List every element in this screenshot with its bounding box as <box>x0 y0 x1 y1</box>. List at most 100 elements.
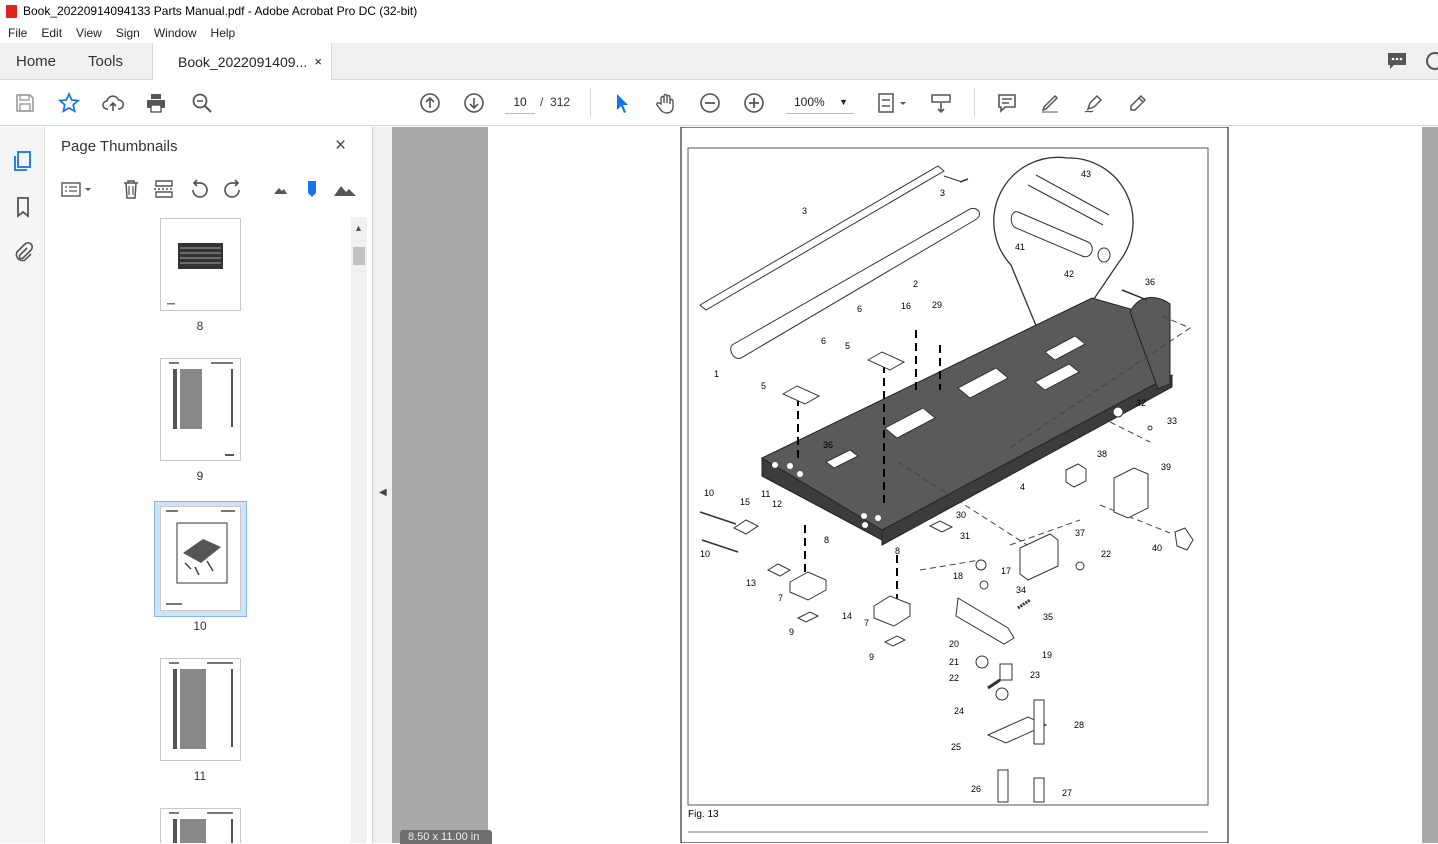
exploded-parts-diagram: 1233 4556 6778 89910 10111213 14151617 1… <box>680 127 1229 843</box>
scrollbar-thumb[interactable] <box>353 247 365 265</box>
svg-text:42: 42 <box>1064 269 1074 279</box>
thumbnail-page-8[interactable] <box>160 218 241 311</box>
window-titlebar: Book_20220914094133 Parts Manual.pdf - A… <box>0 0 1438 22</box>
zoom-out-icon[interactable] <box>697 90 723 116</box>
page-display-icon[interactable] <box>874 90 910 116</box>
menu-window[interactable]: Window <box>154 26 197 40</box>
thumbnail-label: 9 <box>196 469 204 483</box>
close-panel-icon[interactable]: × <box>335 135 346 157</box>
thumbnail-label: 8 <box>196 319 204 333</box>
svg-text:26: 26 <box>971 784 981 794</box>
svg-text:22: 22 <box>949 673 959 683</box>
svg-text:10: 10 <box>700 549 710 559</box>
thumbnail-small-icon[interactable] <box>268 177 292 201</box>
document-gutter <box>392 127 488 843</box>
menu-edit[interactable]: Edit <box>41 26 62 40</box>
menu-file[interactable]: File <box>8 26 27 40</box>
menu-sign[interactable]: Sign <box>116 26 140 40</box>
page-number-input[interactable]: 10 <box>505 90 535 114</box>
svg-text:18: 18 <box>953 571 963 581</box>
thumbnail-page-11[interactable] <box>160 658 241 761</box>
sign-pen-icon[interactable] <box>1081 90 1107 116</box>
collapse-arrow-icon[interactable]: ◀ <box>379 487 387 498</box>
menu-help[interactable]: Help <box>211 26 236 40</box>
svg-text:43: 43 <box>1081 169 1091 179</box>
svg-text:23: 23 <box>1030 670 1040 680</box>
main-toolbar: 10 / 312 100% ▼ <box>0 80 1438 126</box>
svg-text:11: 11 <box>761 489 770 499</box>
zoom-in-icon[interactable] <box>741 90 767 116</box>
page-total-count: 312 <box>550 95 571 109</box>
window-title: Book_20220914094133 Parts Manual.pdf - A… <box>23 4 418 18</box>
next-page-icon[interactable] <box>461 90 487 116</box>
thumbnail-page-12[interactable] <box>160 808 241 843</box>
select-arrow-icon[interactable] <box>609 90 635 116</box>
menu-view[interactable]: View <box>76 26 102 40</box>
previous-page-icon[interactable] <box>417 90 443 116</box>
thumbnail-page-9[interactable] <box>160 358 241 461</box>
thumbnail-options-icon[interactable] <box>59 177 93 201</box>
panel-collapse-strip[interactable]: ◀ <box>373 127 392 843</box>
svg-text:2: 2 <box>913 279 918 289</box>
zoom-level-select[interactable]: 100% ▼ <box>786 90 854 114</box>
svg-text:39: 39 <box>1161 462 1171 472</box>
svg-text:12: 12 <box>772 499 782 509</box>
tab-tools[interactable]: Tools <box>88 43 123 80</box>
svg-text:4: 4 <box>1020 482 1025 492</box>
page-separator: / <box>540 95 544 109</box>
find-magnifier-icon[interactable] <box>189 90 215 116</box>
fill-sign-icon[interactable] <box>1125 90 1151 116</box>
svg-text:8: 8 <box>895 546 900 556</box>
star-bookmark-icon[interactable] <box>56 90 82 116</box>
svg-text:33: 33 <box>1167 416 1177 426</box>
thumbnail-scrollbar[interactable]: ▲ <box>351 217 367 843</box>
svg-text:5: 5 <box>761 381 766 391</box>
svg-text:36: 36 <box>1145 277 1155 287</box>
page-thumbnails-icon[interactable] <box>11 149 35 173</box>
menu-bar: File Edit View Sign Window Help <box>0 22 1438 43</box>
highlight-pen-icon[interactable] <box>1037 90 1063 116</box>
print-icon[interactable] <box>143 90 169 116</box>
add-comment-icon[interactable] <box>994 90 1020 116</box>
page-size-indicator: 8.50 x 11.00 in <box>400 830 492 844</box>
attachment-paperclip-icon[interactable] <box>11 240 35 264</box>
svg-text:32: 32 <box>1136 398 1146 408</box>
svg-text:17: 17 <box>1001 566 1011 576</box>
svg-text:41: 41 <box>1015 242 1025 252</box>
rotate-left-icon[interactable] <box>187 177 211 201</box>
chevron-down-icon: ▼ <box>839 97 848 107</box>
svg-text:10: 10 <box>704 488 714 498</box>
extract-pages-icon[interactable] <box>152 177 176 201</box>
comment-bubble-icon[interactable] <box>1386 51 1408 71</box>
tab-home[interactable]: Home <box>16 43 56 80</box>
svg-text:8: 8 <box>824 535 829 545</box>
save-icon[interactable] <box>12 90 38 116</box>
scroll-up-icon[interactable]: ▲ <box>354 223 363 233</box>
rotate-right-icon[interactable] <box>221 177 245 201</box>
svg-text:29: 29 <box>932 300 942 310</box>
bookmark-ribbon-icon[interactable] <box>11 195 35 219</box>
delete-trash-icon[interactable] <box>119 177 143 201</box>
svg-text:7: 7 <box>864 618 869 628</box>
thumbnail-marker-icon[interactable] <box>300 177 324 201</box>
svg-text:7: 7 <box>778 593 783 603</box>
svg-text:14: 14 <box>842 611 852 621</box>
close-tab-icon[interactable]: × <box>314 54 322 69</box>
left-navigation-rail <box>0 127 45 843</box>
svg-text:34: 34 <box>1016 585 1026 595</box>
svg-text:38: 38 <box>1097 449 1107 459</box>
page-total: / 312 <box>540 90 570 114</box>
cloud-upload-icon[interactable] <box>100 90 126 116</box>
thumbnail-toolbar <box>45 173 373 205</box>
page-thumbnails-panel: Page Thumbnails × 8 9 10 11 ▲ <box>45 127 373 843</box>
tab-document[interactable]: Book_2022091409... × <box>152 43 332 81</box>
svg-text:30: 30 <box>956 510 966 520</box>
hand-pan-icon[interactable] <box>653 90 679 116</box>
svg-text:36: 36 <box>823 440 833 450</box>
thumbnail-large-icon[interactable] <box>333 177 357 201</box>
thumbnail-page-10[interactable] <box>160 506 241 611</box>
help-icon[interactable] <box>1424 51 1438 71</box>
toolbar-divider <box>590 89 591 117</box>
scrolling-mode-icon[interactable] <box>928 90 954 116</box>
zoom-level-value: 100% <box>794 95 825 109</box>
